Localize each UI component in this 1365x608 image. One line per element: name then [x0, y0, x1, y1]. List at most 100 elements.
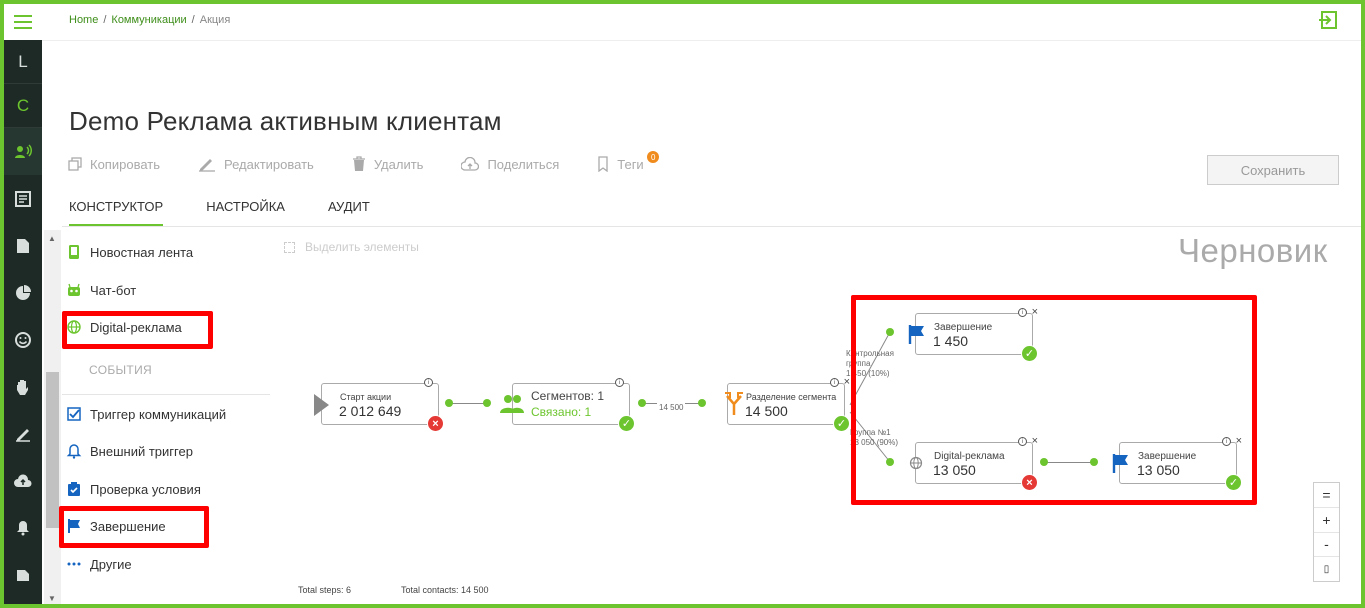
palette-scroll-thumb[interactable] [46, 372, 59, 528]
select-elements-toggle[interactable]: Выделить элементы [284, 240, 419, 254]
left-rail: L C [4, 4, 42, 604]
file-icon [17, 569, 29, 581]
rail-item-c[interactable]: C [4, 84, 42, 128]
rail-item-analytics[interactable] [4, 269, 42, 316]
hamburger-icon [14, 13, 32, 31]
rail-item-reports[interactable] [4, 175, 42, 222]
scroll-up-arrow[interactable]: ▲ [48, 234, 56, 243]
info-icon[interactable]: i [424, 378, 433, 387]
palette-item-label: Другие [90, 556, 132, 572]
robot-icon [68, 283, 80, 296]
tags-button[interactable]: Теги 0 [597, 151, 660, 172]
copy-label: Копировать [90, 156, 160, 172]
palette-item-external-trigger[interactable]: Внешний триггер [66, 443, 193, 459]
pie-chart-icon [16, 284, 31, 300]
breadcrumb-communications[interactable]: Коммуникации [111, 14, 186, 26]
node-start[interactable]: Старт акции 2 012 649 i × [314, 378, 444, 432]
palette-item-news-feed[interactable]: Новостная лента [66, 244, 193, 260]
split-arrow-icon [725, 392, 743, 415]
select-elements-label: Выделить элементы [305, 240, 419, 254]
select-box-icon [284, 241, 295, 253]
tab-constructor[interactable]: КОНСТРУКТОР [69, 199, 164, 226]
node-segments[interactable]: Сегментов: 1 Связано: 1 i ✓ [500, 378, 635, 432]
node-split-segment[interactable]: Разделение сегмента 14 500 i × ✓ [725, 376, 850, 432]
palette-section-events: СОБЫТИЯ [89, 363, 152, 377]
connector-dot[interactable] [638, 399, 646, 407]
connector-dot[interactable] [483, 399, 491, 407]
scroll-down-arrow[interactable]: ▼ [48, 594, 56, 603]
delete-button[interactable]: Удалить [352, 156, 424, 172]
save-button[interactable]: Сохранить [1207, 155, 1339, 185]
share-label: Поделиться [487, 156, 560, 172]
bell-icon [66, 444, 82, 459]
palette-item-chatbot[interactable]: Чат-бот [66, 282, 136, 298]
palette-item-label: Триггер коммуникаций [90, 406, 227, 422]
connector-dot[interactable] [445, 399, 453, 407]
highlight-digital-ads [62, 311, 213, 349]
breadcrumb-current: Акция [199, 14, 231, 26]
checkbox-icon [67, 407, 81, 421]
node-value: 2 012 649 [339, 403, 402, 419]
copy-button[interactable]: Копировать [68, 157, 160, 172]
rail-item-documents[interactable] [4, 222, 42, 269]
zoom-fit-button[interactable]: = [1314, 483, 1339, 508]
palette-item-label: Новостная лента [90, 244, 194, 260]
smile-icon [15, 331, 31, 348]
play-icon [314, 394, 329, 416]
header-divider [42, 40, 1361, 41]
node-label: Разделение сегмента [746, 392, 837, 402]
edit-button[interactable]: Редактировать [198, 156, 314, 172]
tab-bar: КОНСТРУКТОР НАСТРОЙКА АУДИТ [69, 199, 413, 226]
draft-status: Черновик [1178, 232, 1328, 269]
connector-line [448, 403, 488, 404]
rail-item-notifications[interactable] [4, 504, 42, 551]
rail-item-loyalty[interactable] [4, 316, 42, 363]
edit-label: Редактировать [224, 156, 314, 172]
document-icon [17, 238, 29, 253]
cloud-upload-icon [14, 473, 32, 487]
logout-button[interactable] [1318, 10, 1338, 35]
palette-divider [62, 394, 270, 395]
ok-status-icon: ✓ [833, 415, 850, 432]
bookmark-icon [598, 156, 608, 172]
trash-icon [352, 156, 365, 171]
breadcrumb: Home / Коммуникации / Акция [69, 14, 231, 26]
action-toolbar: Копировать Редактировать Удалить Поделит… [68, 151, 682, 172]
palette-item-other[interactable]: Другие [66, 556, 132, 572]
close-icon[interactable]: × [844, 376, 850, 388]
menu-button[interactable] [4, 4, 42, 40]
tab-settings[interactable]: НАСТРОЙКА [206, 199, 285, 226]
total-steps: Total steps: 6 [298, 585, 352, 595]
rail-item-upload[interactable] [4, 457, 42, 504]
zoom-in-button[interactable]: + [1314, 508, 1339, 533]
cloud-share-icon [461, 157, 480, 171]
tags-label: Теги [617, 156, 644, 172]
fullscreen-button[interactable]: ▯ [1314, 557, 1339, 581]
rail-item-communications[interactable] [4, 128, 42, 175]
users-icon [500, 395, 524, 413]
rail-item-l[interactable]: L [4, 40, 42, 84]
connector-dot[interactable] [698, 399, 706, 407]
rail-item-interactions[interactable] [4, 363, 42, 410]
rail-item-files[interactable] [4, 551, 42, 598]
palette-item-condition-check[interactable]: Проверка условия [66, 481, 201, 497]
ok-status-icon: ✓ [618, 415, 635, 432]
total-contacts: Total contacts: 14 500 [401, 585, 489, 595]
edge-count-label: 14 500 [657, 403, 686, 412]
share-button[interactable]: Поделиться [461, 157, 559, 172]
node-label: Старт акции [340, 392, 392, 402]
phone-icon [69, 245, 79, 259]
communication-icon [15, 143, 32, 158]
rail-item-tools[interactable] [4, 410, 42, 457]
breadcrumb-home[interactable]: Home [69, 14, 98, 26]
zoom-out-button[interactable]: - [1314, 533, 1339, 558]
copy-icon [68, 157, 82, 171]
delete-label: Удалить [373, 156, 424, 172]
tags-count-badge: 0 [647, 151, 660, 163]
palette-item-comm-trigger[interactable]: Триггер коммуникаций [66, 406, 226, 422]
info-icon[interactable]: i [615, 378, 624, 387]
hand-icon [17, 379, 28, 395]
info-icon[interactable]: i [830, 378, 839, 387]
node-label: Сегментов: 1 [531, 389, 605, 403]
tab-audit[interactable]: АУДИТ [328, 199, 370, 226]
